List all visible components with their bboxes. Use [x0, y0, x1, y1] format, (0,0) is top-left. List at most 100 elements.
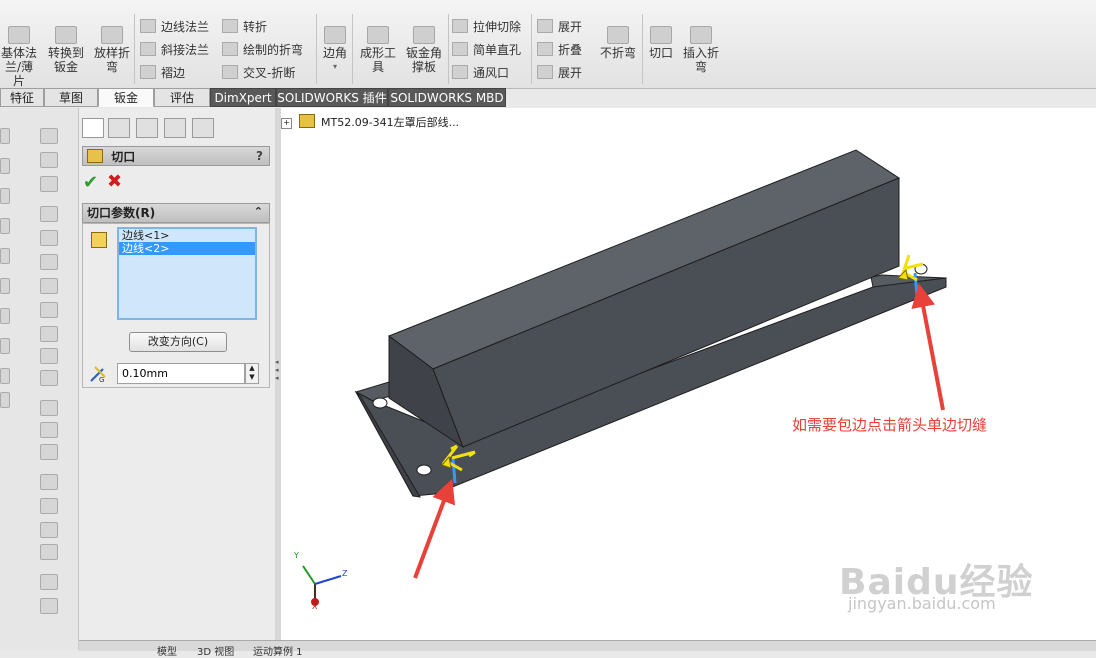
lofted-bend-button[interactable]: 放样折 弯 — [90, 26, 134, 74]
flatten-button[interactable]: 展开 — [537, 64, 582, 81]
feature-icon[interactable] — [40, 206, 58, 222]
sheet-metal-part[interactable] — [354, 149, 947, 498]
feature-icon[interactable] — [40, 544, 58, 560]
feature-icon[interactable] — [0, 392, 10, 408]
display-manager-tab[interactable] — [192, 118, 214, 138]
property-manager-tab[interactable] — [108, 118, 130, 138]
tab-model[interactable]: 模型 — [157, 643, 177, 658]
base-flange-button[interactable]: 基体法 兰/薄片 — [0, 26, 38, 88]
feature-icon[interactable] — [0, 188, 10, 204]
feature-icon[interactable] — [40, 348, 58, 364]
tab-sheet-metal[interactable]: 钣金 — [98, 88, 154, 107]
feature-icon[interactable] — [40, 230, 58, 246]
feature-icon[interactable] — [40, 444, 58, 460]
feature-icon[interactable] — [40, 598, 58, 614]
feature-icon[interactable] — [40, 522, 58, 538]
feature-icon[interactable] — [40, 254, 58, 270]
sketched-bend-label: 绘制的折弯 — [243, 43, 304, 57]
simple-hole-button[interactable]: 简单直孔 — [452, 41, 521, 58]
rip-button[interactable]: 切口 — [646, 26, 676, 60]
cancel-icon[interactable]: ✖ — [107, 171, 122, 192]
tab-sketch[interactable]: 草图 — [44, 88, 98, 107]
ok-icon[interactable]: ✔ — [83, 172, 98, 193]
extruded-cut-button[interactable]: 拉伸切除 — [452, 18, 521, 35]
collapse-icon[interactable]: ⌃ — [254, 203, 263, 221]
ribbon-divider — [448, 14, 449, 84]
property-manager: 切口 ? ✔ ✖ 切口参数(R) ⌃ 边线<1> 边线<2> 改变方向(C) G… — [79, 108, 275, 650]
feature-icon[interactable] — [40, 400, 58, 416]
fold-button[interactable]: 折叠 — [537, 41, 582, 58]
forming-tool-button[interactable]: 成形工 具 — [356, 26, 400, 74]
corners-button[interactable]: 边角 ▾ — [320, 26, 350, 74]
miter-flange-label: 斜接法兰 — [161, 43, 210, 57]
feature-icon[interactable] — [40, 128, 58, 144]
tab-solidworks-addins[interactable]: SOLIDWORKS 插件 — [276, 88, 388, 107]
hem-button[interactable]: 褶边 — [140, 64, 185, 81]
tab-solidworks-mbd[interactable]: SOLIDWORKS MBD — [388, 88, 506, 107]
chevron-down-icon: ▾ — [332, 62, 337, 71]
collapse-arrows-icon[interactable]: ◂ ◂ ◂ — [275, 358, 279, 382]
sheet-metal-gusset-button[interactable]: 钣金角 撑板 — [402, 26, 446, 74]
feature-icon[interactable] — [40, 574, 58, 590]
rip-parameters-title: 切口参数(R) — [87, 206, 156, 220]
feature-icon[interactable] — [40, 422, 58, 438]
tab-3d-views[interactable]: 3D 视图 — [197, 643, 234, 658]
feature-icon[interactable] — [0, 338, 10, 354]
triad-z-label: Z — [342, 569, 348, 578]
lofted-bend-icon — [101, 26, 123, 44]
miter-flange-button[interactable]: 斜接法兰 — [140, 41, 209, 58]
unfold-button[interactable]: 展开 — [537, 18, 582, 35]
feature-tree-root[interactable]: + MT52.09-341左罩后部线... — [281, 114, 459, 130]
list-item-selected[interactable]: 边线<2> — [119, 242, 255, 255]
rip-header: 切口 ? — [82, 146, 270, 166]
feature-icon[interactable] — [40, 326, 58, 342]
list-item[interactable]: 边线<1> — [119, 229, 255, 242]
help-icon[interactable]: ? — [256, 147, 263, 165]
feature-manager-tab[interactable] — [82, 118, 104, 138]
feature-icon[interactable] — [40, 498, 58, 514]
rip-parameters-body: 边线<1> 边线<2> 改变方向(C) G ▲▼ — [82, 223, 270, 388]
feature-icon[interactable] — [0, 308, 10, 324]
sketched-bend-button[interactable]: 绘制的折弯 — [222, 41, 303, 58]
feature-icon[interactable] — [0, 368, 10, 384]
feature-icon[interactable] — [40, 152, 58, 168]
feature-icon[interactable] — [40, 370, 58, 386]
gap-spinner[interactable]: ▲ ▼ — [245, 363, 259, 384]
feature-icon[interactable] — [40, 176, 58, 192]
tab-motion-study[interactable]: 运动算例 1 — [253, 643, 303, 658]
feature-icon[interactable] — [40, 474, 58, 490]
cross-break-button[interactable]: 交叉-折断 — [222, 64, 295, 81]
no-bends-button[interactable]: 不折弯 — [598, 26, 638, 60]
feature-icon[interactable] — [0, 278, 10, 294]
convert-to-sheet-metal-button[interactable]: 转换到 钣金 — [44, 26, 88, 74]
rip-parameters-header[interactable]: 切口参数(R) ⌃ — [82, 203, 270, 223]
tab-evaluate[interactable]: 评估 — [154, 88, 210, 107]
ribbon-divider — [134, 14, 135, 84]
rip-gap-icon: G — [89, 365, 107, 384]
edge-flange-button[interactable]: 边线法兰 — [140, 18, 209, 35]
edges-list[interactable]: 边线<1> 边线<2> — [117, 227, 257, 320]
insert-bends-button[interactable]: 插入折 弯 — [680, 26, 722, 74]
feature-icon[interactable] — [0, 248, 10, 264]
rip-gap-input[interactable] — [117, 363, 245, 384]
feature-icon[interactable] — [0, 218, 10, 234]
feature-icon[interactable] — [40, 302, 58, 318]
convert-label: 转换到 钣金 — [47, 46, 84, 74]
feature-icon[interactable] — [40, 278, 58, 294]
edge-flange-label: 边线法兰 — [161, 20, 210, 34]
graphics-area[interactable]: ⊕ ⊕ ↶ ▮ A ◈ ■ ◎ ● ● ▣ + MT52.09-341左罩后部线… — [281, 108, 1096, 650]
feature-icon[interactable] — [0, 158, 10, 174]
tab-dimxpert[interactable]: DimXpert — [210, 88, 276, 107]
expand-icon[interactable]: + — [281, 118, 292, 129]
jog-button[interactable]: 转折 — [222, 18, 267, 35]
vent-button[interactable]: 通风口 — [452, 64, 509, 81]
feature-icon[interactable] — [0, 128, 10, 144]
left-toolbar — [0, 108, 79, 650]
base-flange-label: 基体法 兰/薄片 — [0, 46, 37, 88]
edge-flange-icon — [140, 19, 156, 33]
configuration-manager-tab[interactable] — [136, 118, 158, 138]
lofted-bend-label: 放样折 弯 — [93, 46, 130, 74]
dimxpert-manager-tab[interactable] — [164, 118, 186, 138]
tab-features[interactable]: 特征 — [0, 88, 44, 107]
change-direction-button[interactable]: 改变方向(C) — [129, 332, 227, 352]
